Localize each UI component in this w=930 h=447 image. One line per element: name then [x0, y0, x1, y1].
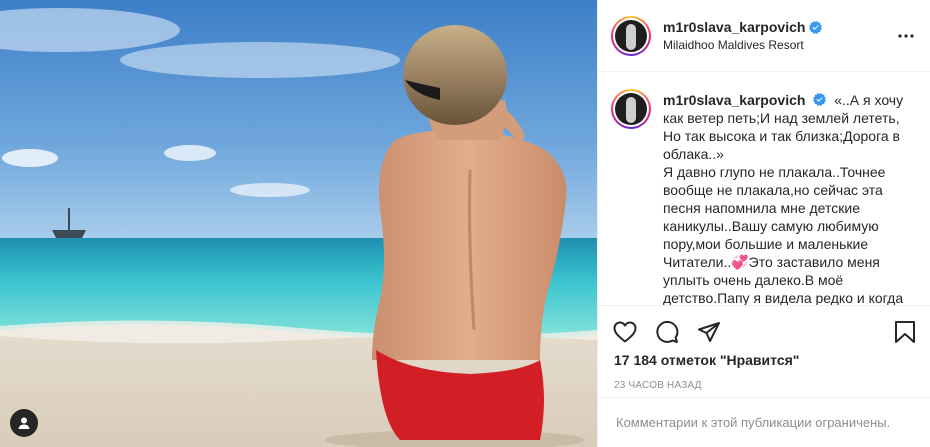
comment-button[interactable] [654, 319, 680, 345]
location-link[interactable]: Milaidhoo Maldives Resort [663, 38, 894, 52]
user-tag-icon [18, 417, 30, 429]
caption-body: m1r0slava_karpovich «..А я хочу как вете… [663, 91, 913, 305]
bookmark-icon [895, 321, 915, 343]
avatar[interactable] [611, 15, 651, 56]
comment-icon [656, 320, 679, 343]
caption-text: «..А я хочу как ветер петь;И над землей … [663, 92, 904, 305]
post-timestamp[interactable]: 23 ЧАСОВ НАЗАД [598, 380, 930, 391]
like-button[interactable] [612, 319, 638, 345]
caption-username[interactable]: m1r0slava_karpovich [663, 92, 805, 108]
username-row: m1r0slava_karpovich [663, 19, 894, 35]
user-tag-button[interactable] [10, 409, 38, 437]
post-header: m1r0slava_karpovich Milaidhoo Maldives R… [598, 0, 930, 72]
save-button[interactable] [892, 319, 918, 345]
heart-icon [613, 321, 637, 343]
verified-badge-icon [813, 93, 827, 106]
likes-count[interactable]: 17 184 отметок "Нравится" [598, 352, 930, 368]
more-options-button[interactable] [894, 24, 918, 48]
more-options-icon [898, 33, 914, 38]
caption-avatar[interactable] [611, 89, 651, 129]
post-details-panel: m1r0slava_karpovich Milaidhoo Maldives R… [597, 0, 930, 447]
share-button[interactable] [696, 319, 722, 345]
share-icon [698, 322, 720, 342]
caption-section[interactable]: m1r0slava_karpovich «..А я хочу как вете… [598, 73, 930, 305]
verified-badge-icon [809, 20, 823, 34]
username-link[interactable]: m1r0slava_karpovich [663, 19, 805, 35]
action-icons [598, 306, 930, 358]
header-text: m1r0slava_karpovich Milaidhoo Maldives R… [663, 19, 894, 52]
caption: m1r0slava_karpovich «..А я хочу как вете… [611, 89, 916, 305]
beach-photo-illustration [0, 0, 597, 447]
comments-restricted-notice: Комментарии к этой публикации ограничены… [598, 397, 930, 447]
actions-section: 17 184 отметок "Нравится" 23 ЧАСОВ НАЗАД [598, 305, 930, 397]
post-photo[interactable] [0, 0, 597, 447]
